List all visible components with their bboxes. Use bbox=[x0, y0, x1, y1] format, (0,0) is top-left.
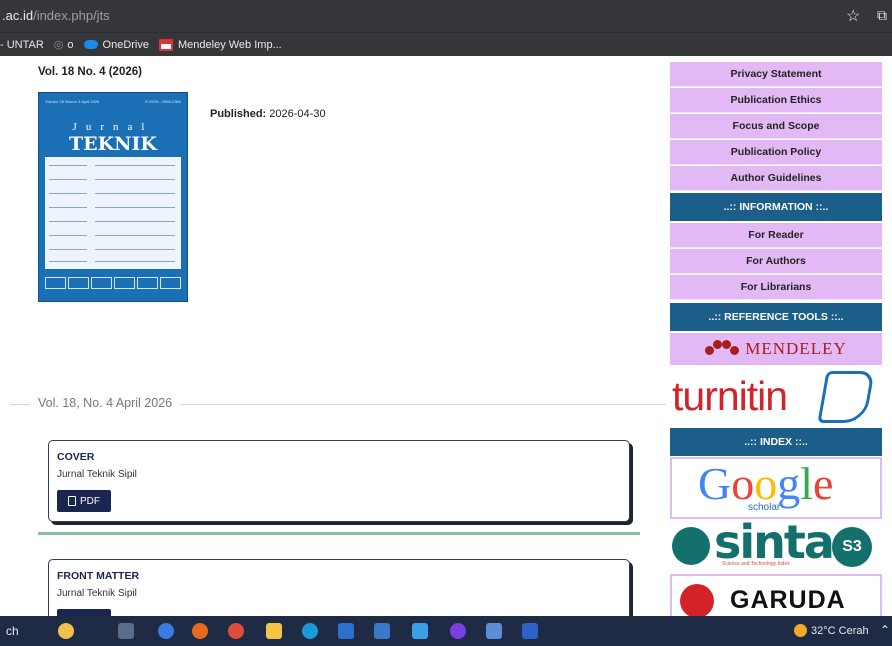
cover-header: Volume 18 Nomor 4 April 2026 E-ISSN : 259… bbox=[45, 99, 181, 104]
browser-url-bar[interactable]: .ac.id/index.php/jts ☆ ⧉ bbox=[0, 0, 892, 32]
mendeley-icon bbox=[705, 340, 740, 358]
sinta-logo-link[interactable]: sinta Science and Technology Index S3 bbox=[670, 521, 882, 573]
sidebar: Privacy Statement Publication Ethics Foc… bbox=[670, 56, 882, 616]
extension-icon[interactable]: ⧉ bbox=[877, 7, 887, 24]
sidebar-item-privacy-statement[interactable]: Privacy Statement bbox=[670, 62, 882, 87]
bookmark-onedrive[interactable]: OneDrive bbox=[83, 39, 149, 51]
taskbar-search[interactable]: ch bbox=[6, 624, 19, 638]
cover-jurnal-text: Jurnal bbox=[72, 121, 154, 133]
article-title[interactable]: FRONT MATTER bbox=[57, 570, 139, 582]
sun-icon bbox=[794, 624, 807, 637]
sidebar-item-author-guidelines[interactable]: Author Guidelines bbox=[670, 166, 882, 191]
issue-title: Vol. 18 No. 4 (2026) bbox=[38, 66, 142, 78]
bookmark-star-icon[interactable]: ☆ bbox=[846, 6, 860, 26]
task-view-icon[interactable] bbox=[118, 623, 134, 639]
sidebar-item-focus-scope[interactable]: Focus and Scope bbox=[670, 114, 882, 139]
mendeley-bookmark-icon bbox=[159, 38, 173, 51]
article-card: FRONT MATTER Jurnal Teknik Sipil bbox=[48, 559, 630, 616]
sidebar-heading-information: ..:: INFORMATION ::.. bbox=[670, 193, 882, 221]
sidebar-heading-index: ..:: INDEX ::.. bbox=[670, 428, 882, 456]
turnitin-text: turnitin bbox=[672, 373, 788, 419]
bookmark-untar[interactable]: - UNTAR bbox=[0, 39, 44, 51]
article-title[interactable]: COVER bbox=[57, 451, 94, 463]
windows-taskbar: ch 32°C Cerah ⌃ bbox=[0, 616, 892, 646]
weather-widget[interactable]: 32°C Cerah bbox=[794, 624, 869, 637]
sidebar-item-for-reader[interactable]: For Reader bbox=[670, 223, 882, 248]
app-icon[interactable] bbox=[374, 623, 390, 639]
copilot-icon[interactable] bbox=[58, 623, 74, 639]
cover-footer bbox=[45, 277, 181, 289]
garuda-logo-link[interactable]: GARUDA bbox=[670, 574, 882, 616]
garuda-text: GARUDA bbox=[730, 586, 846, 614]
app-icon-2[interactable] bbox=[486, 623, 502, 639]
zoom-icon[interactable] bbox=[450, 623, 466, 639]
sidebar-item-publication-policy[interactable]: Publication Policy bbox=[670, 140, 882, 165]
scholar-text: scholar bbox=[748, 502, 781, 513]
issue-section-heading: Vol. 18, No. 4 April 2026 bbox=[30, 396, 181, 410]
mendeley-logo-link[interactable]: MENDELEY bbox=[670, 333, 882, 365]
article-divider bbox=[38, 532, 640, 535]
mendeley-text: MENDELEY bbox=[745, 339, 847, 358]
file-pdf-icon bbox=[68, 496, 76, 506]
chevron-up-icon[interactable]: ⌃ bbox=[880, 623, 890, 637]
url-text[interactable]: .ac.id/index.php/jts bbox=[2, 8, 110, 23]
cover-contents bbox=[45, 157, 181, 269]
sinta-subtitle: Science and Technology Index bbox=[722, 561, 790, 567]
turnitin-mark-icon bbox=[817, 371, 875, 423]
published-date: Published: 2026-04-30 bbox=[210, 108, 326, 120]
onedrive-icon bbox=[83, 40, 98, 49]
bookmark-mendeley[interactable]: Mendeley Web Imp... bbox=[159, 38, 282, 51]
page-content: Vol. 18 No. 4 (2026) Volume 18 Nomor 4 A… bbox=[0, 56, 892, 616]
google-scholar-logo-link[interactable]: Google scholar bbox=[670, 457, 882, 519]
article-author: Jurnal Teknik Sipil bbox=[57, 469, 137, 480]
garuda-emblem-icon bbox=[680, 584, 714, 616]
sinta-emblem-icon bbox=[672, 527, 710, 565]
word-icon[interactable] bbox=[522, 623, 538, 639]
firefox-icon[interactable] bbox=[192, 623, 208, 639]
sidebar-item-for-librarians[interactable]: For Librarians bbox=[670, 275, 882, 300]
edge-icon[interactable] bbox=[158, 623, 174, 639]
sidebar-heading-reference-tools: ..:: REFERENCE TOOLS ::.. bbox=[670, 303, 882, 331]
chrome-icon[interactable] bbox=[228, 623, 244, 639]
outlook-icon[interactable] bbox=[412, 623, 428, 639]
sidebar-item-publication-ethics[interactable]: Publication Ethics bbox=[670, 88, 882, 113]
article-card: COVER Jurnal Teknik Sipil PDF bbox=[48, 440, 630, 522]
turnitin-logo-link[interactable]: turnitin bbox=[670, 365, 882, 427]
pdf-button[interactable] bbox=[57, 609, 111, 616]
sidebar-item-for-authors[interactable]: For Authors bbox=[670, 249, 882, 274]
store-edge-icon[interactable] bbox=[302, 623, 318, 639]
globe-icon: ◎ bbox=[53, 39, 64, 51]
issue-cover-image[interactable]: Volume 18 Nomor 4 April 2026 E-ISSN : 259… bbox=[38, 92, 188, 302]
file-explorer-icon[interactable] bbox=[266, 623, 282, 639]
bookmarks-bar: - UNTAR ◎ o OneDrive Mendeley Web Imp... bbox=[0, 32, 892, 56]
sinta-s3-badge: S3 bbox=[832, 527, 872, 567]
bookmark-o[interactable]: ◎ o bbox=[53, 38, 74, 52]
pdf-button[interactable]: PDF bbox=[57, 490, 111, 512]
ms-store-icon[interactable] bbox=[338, 623, 354, 639]
article-author: Jurnal Teknik Sipil bbox=[57, 588, 137, 599]
